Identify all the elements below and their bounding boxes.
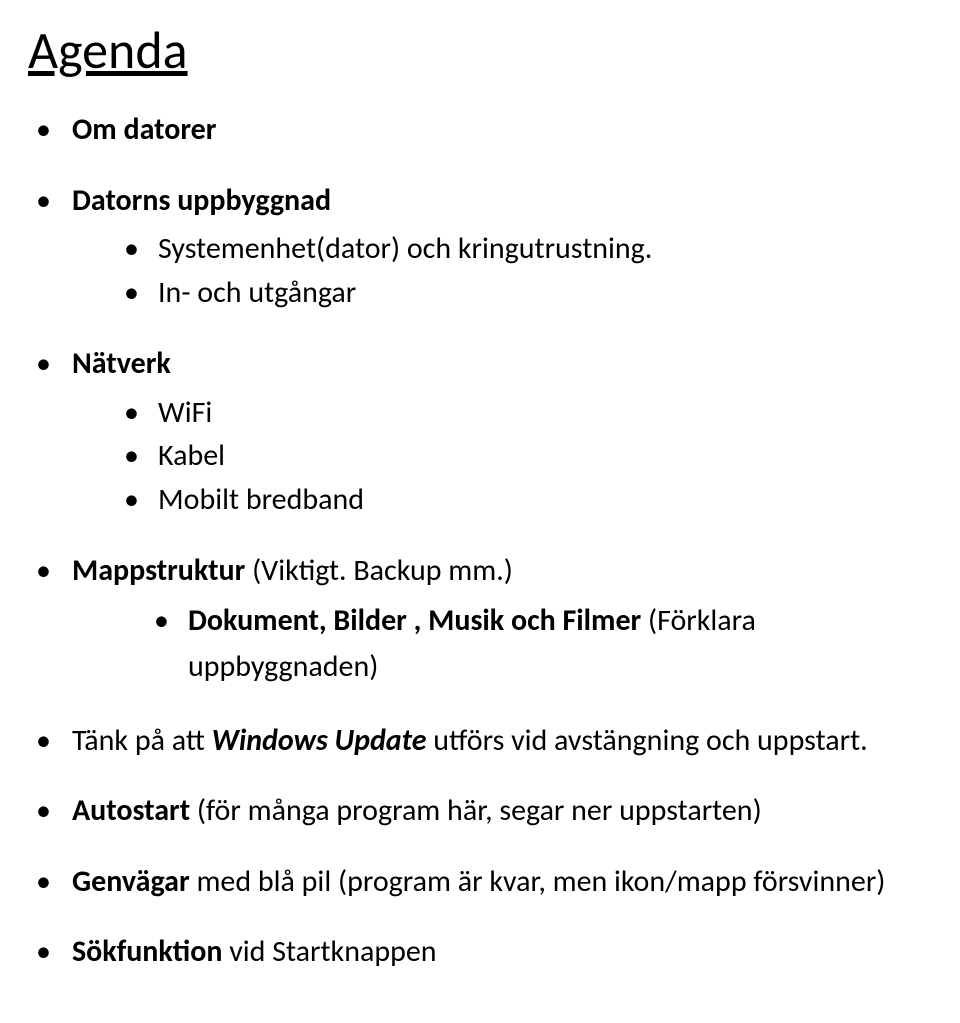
sub-dokument: Dokument, Bilder , Musik och Filmer (För… — [154, 598, 932, 691]
text-genvagar-bold: Genvägar — [72, 863, 190, 900]
sub-wifi: WiFi — [124, 391, 932, 435]
text-sokfunktion-rest: vid Startknappen — [222, 933, 436, 970]
text-kabel: Kabel — [158, 437, 225, 474]
text-systemenhet: Systemenhet(dator) och kringutrustning. — [158, 230, 652, 267]
sub-datorns: Systemenhet(dator) och kringutrustning. … — [124, 227, 932, 314]
text-windows-bold: Windows Update — [212, 722, 427, 759]
text-wifi: WiFi — [158, 394, 212, 431]
sub-systemenhet: Systemenhet(dator) och kringutrustning. — [124, 227, 932, 271]
text-autostart-rest: (för många program här, segar ner uppsta… — [197, 792, 762, 829]
sub-mappstruktur: Dokument, Bilder , Musik och Filmer (För… — [154, 598, 932, 691]
sub-mobilt: Mobilt bredband — [124, 478, 932, 522]
text-genvagar-rest: med blå pil (program är kvar, men ikon/m… — [190, 863, 886, 900]
item-autostart: Autostart (för många program här, segar … — [28, 791, 932, 832]
text-mobilt: Mobilt bredband — [158, 481, 364, 518]
item-datorns-uppbyggnad: Datorns uppbyggnad Systemenhet(dator) oc… — [28, 181, 932, 315]
item-genvagar: Genvägar med blå pil (program är kvar, m… — [28, 862, 932, 903]
agenda-list: Om datorer Datorns uppbyggnad Systemenhe… — [28, 110, 932, 973]
text-mappstruktur-bold: Mappstruktur — [72, 552, 252, 589]
text-windows-post: utförs vid avstängning och uppstart. — [427, 722, 868, 759]
slide-page: Agenda Om datorer Datorns uppbyggnad Sys… — [0, 0, 960, 1023]
text-datorns-uppbyggnad: Datorns uppbyggnad — [72, 182, 331, 219]
text-in-utgangar: In- och utgångar — [158, 274, 356, 311]
text-sokfunktion-bold: Sökfunktion — [72, 933, 222, 970]
item-om-datorer: Om datorer — [28, 110, 932, 151]
text-om-datorer: Om datorer — [72, 111, 216, 148]
text-autostart-bold: Autostart — [72, 792, 197, 829]
item-natverk: Nätverk WiFi Kabel Mobilt bredband — [28, 344, 932, 521]
text-mappstruktur-rest: (Viktigt. Backup mm.) — [252, 552, 513, 589]
sub-in-utgangar: In- och utgångar — [124, 271, 932, 315]
sub-kabel: Kabel — [124, 434, 932, 478]
item-windows-update: Tänk på att Windows Update utförs vid av… — [28, 721, 932, 762]
page-title: Agenda — [28, 18, 932, 82]
item-mappstruktur: Mappstruktur (Viktigt. Backup mm.) Dokum… — [28, 551, 932, 691]
text-windows-pre: Tänk på att — [72, 722, 212, 759]
sub-natverk: WiFi Kabel Mobilt bredband — [124, 391, 932, 522]
item-sokfunktion: Sökfunktion vid Startknappen — [28, 932, 932, 973]
text-natverk: Nätverk — [72, 345, 171, 382]
text-dokument-bold: Dokument, Bilder , Musik och Filmer — [188, 602, 648, 639]
